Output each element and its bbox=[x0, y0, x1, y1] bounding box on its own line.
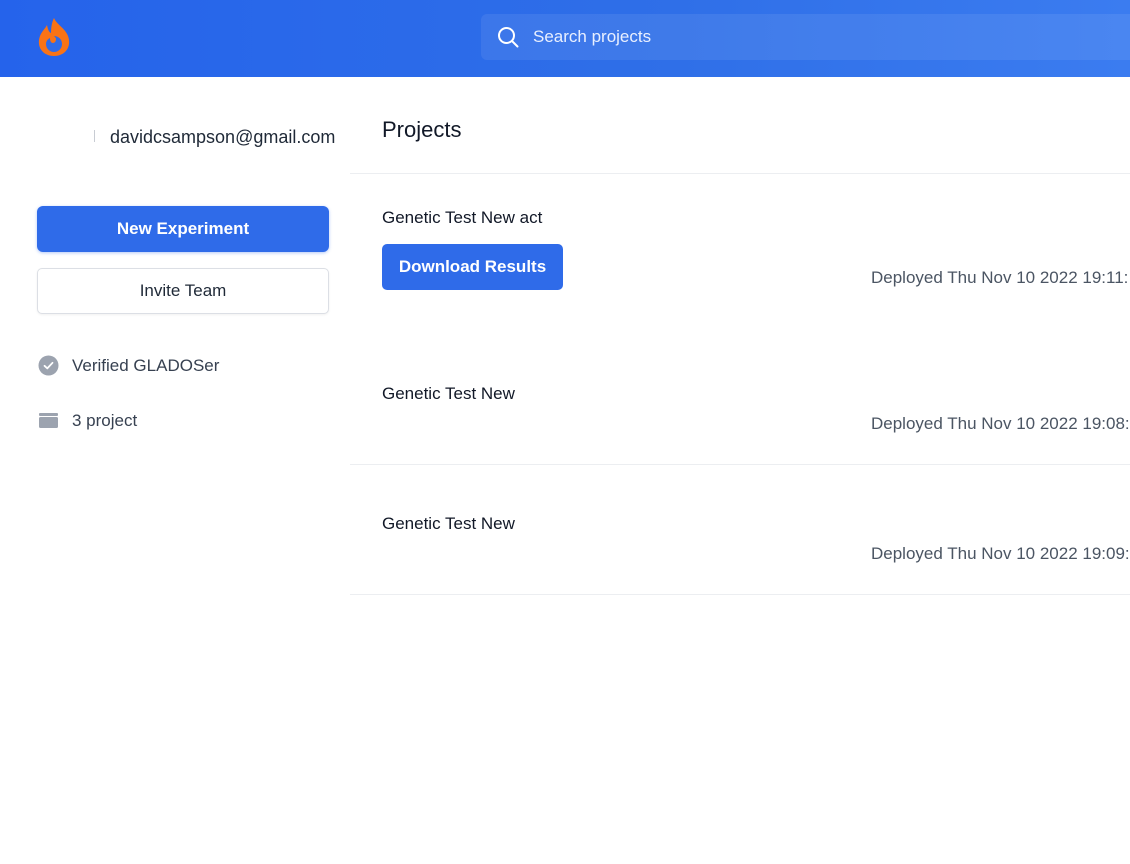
search-icon bbox=[498, 27, 519, 48]
avatar-divider bbox=[94, 130, 95, 142]
download-results-button[interactable]: Download Results bbox=[382, 244, 563, 290]
check-circle-icon bbox=[38, 355, 59, 376]
verified-status: Verified GLADOSer bbox=[38, 355, 219, 376]
page-title: Projects bbox=[382, 117, 462, 142]
project-name[interactable]: Genetic Test New bbox=[382, 514, 515, 534]
project-count: 3 project bbox=[38, 410, 137, 431]
deployed-timestamp: Deployed Thu Nov 10 2022 19:08: bbox=[871, 414, 1130, 433]
verified-label: Verified GLADOSer bbox=[72, 355, 220, 375]
top-navigation-bar bbox=[0, 0, 1130, 77]
folder-icon bbox=[39, 413, 58, 428]
project-divider bbox=[350, 464, 1130, 465]
deployed-timestamp: Deployed Thu Nov 10 2022 19:11: bbox=[871, 268, 1129, 287]
user-email: davidcsampson@gmail.com bbox=[110, 127, 336, 147]
projects-panel: Projects Genetic Test New act Download R… bbox=[350, 77, 1130, 864]
project-count-label: 3 project bbox=[72, 410, 138, 430]
search-bar[interactable] bbox=[481, 14, 1130, 60]
search-input[interactable] bbox=[531, 26, 1095, 48]
project-name[interactable]: Genetic Test New act bbox=[382, 208, 542, 228]
sidebar: davidcsampson@gmail.com New Experiment I… bbox=[0, 77, 350, 864]
project-divider bbox=[350, 594, 1130, 595]
deployed-timestamp: Deployed Thu Nov 10 2022 19:09: bbox=[871, 544, 1130, 563]
flame-logo-icon[interactable] bbox=[35, 16, 73, 58]
header-divider bbox=[350, 173, 1130, 174]
project-name[interactable]: Genetic Test New bbox=[382, 384, 515, 404]
invite-team-button[interactable]: Invite Team bbox=[37, 268, 329, 314]
new-experiment-button[interactable]: New Experiment bbox=[37, 206, 329, 252]
